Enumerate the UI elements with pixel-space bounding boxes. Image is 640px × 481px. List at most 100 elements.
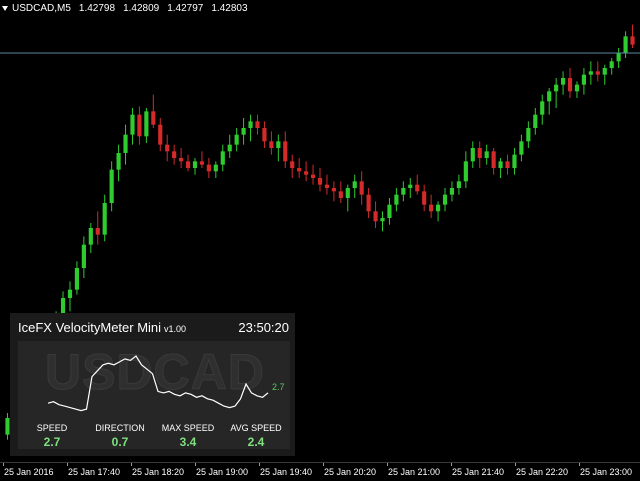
- time-tick: [451, 463, 452, 466]
- candle: [401, 181, 406, 202]
- close-price: 1.42803: [211, 3, 248, 14]
- candle: [283, 131, 288, 168]
- candle: [449, 181, 455, 202]
- candle-body: [269, 141, 274, 148]
- candle-body: [630, 36, 635, 45]
- velocity-meter-name: IceFX VelocityMeter Mini: [18, 320, 162, 335]
- current-speed-tag: 2.7: [272, 382, 285, 392]
- candle: [158, 118, 163, 152]
- candle: [526, 121, 531, 148]
- candle-body: [304, 171, 309, 175]
- candle: [151, 94, 156, 128]
- velocity-meter-title: IceFX VelocityMeter Mini v1.00: [18, 320, 186, 335]
- candle: [616, 48, 621, 68]
- candle: [304, 161, 309, 182]
- candle-body: [595, 71, 600, 75]
- candle: [102, 194, 107, 242]
- time-tick: [323, 463, 324, 466]
- candle-body: [192, 161, 198, 168]
- candle: [422, 184, 427, 212]
- candle: [547, 88, 552, 115]
- candle: [373, 201, 378, 228]
- candle-body: [81, 244, 86, 268]
- candle: [415, 174, 420, 195]
- candle-body: [74, 268, 80, 290]
- speed-label: SPEED: [36, 423, 68, 433]
- candle: [435, 201, 441, 222]
- time-label: 25 Jan 20:20: [324, 467, 377, 477]
- time-tick: [67, 463, 68, 466]
- candle-body: [442, 194, 448, 205]
- time-label: 25 Jan 21:00: [388, 467, 441, 477]
- candle-body: [88, 228, 93, 245]
- candle-body: [415, 184, 420, 192]
- candle: [220, 144, 225, 172]
- chart-window[interactable]: USDCAD,M5 1.42798 1.42809 1.42797 1.4280…: [0, 0, 640, 481]
- candle-body: [581, 74, 586, 85]
- candle-body: [574, 84, 580, 92]
- candle-body: [394, 194, 399, 205]
- candle: [623, 31, 628, 58]
- time-axis: 25 Jan 2016 25 Jan 17:40 25 Jan 18:20 25 Ja…: [0, 462, 640, 481]
- candle-body: [116, 153, 121, 170]
- candle-body: [373, 211, 378, 222]
- candle: [109, 161, 114, 212]
- max-speed-value: 3.4: [179, 435, 197, 449]
- candle: [505, 154, 510, 175]
- candle: [241, 118, 246, 145]
- candle-body: [276, 141, 281, 148]
- speed-trace-line: [47, 355, 269, 412]
- candle: [269, 131, 274, 155]
- candle-body: [401, 188, 406, 195]
- candle-body: [387, 204, 392, 218]
- time-tick: [515, 463, 516, 466]
- candle: [5, 413, 10, 440]
- time-tick: [195, 463, 196, 466]
- candle-body: [137, 114, 142, 137]
- candle: [484, 144, 489, 165]
- candle-body: [5, 418, 10, 435]
- candle: [88, 223, 93, 253]
- direction-label: DIRECTION: [95, 423, 145, 433]
- candle: [477, 141, 482, 168]
- velocity-meter-panel[interactable]: IceFX VelocityMeter Mini v1.00 23:50:20 U…: [10, 313, 295, 456]
- candle: [192, 158, 198, 175]
- candle-body: [429, 204, 434, 212]
- candle-body: [283, 141, 288, 162]
- candle-body: [130, 114, 135, 135]
- candle-body: [609, 61, 614, 68]
- time-tick: [259, 463, 260, 466]
- candle-body: [95, 228, 100, 235]
- candle-body: [123, 134, 128, 153]
- candle-body: [297, 168, 302, 172]
- candle: [185, 154, 191, 172]
- candle: [172, 144, 177, 165]
- dropdown-triangle-icon[interactable]: [2, 6, 8, 11]
- candle-body: [560, 78, 566, 85]
- candle-body: [185, 161, 191, 168]
- candle: [331, 181, 336, 202]
- candle: [255, 114, 260, 135]
- speed-stat: SPEED 2.7: [18, 423, 86, 449]
- candle: [74, 261, 80, 295]
- candle: [227, 134, 232, 158]
- candle-body: [338, 191, 343, 198]
- price-chart[interactable]: USDCAD,M5 1.42798 1.42809 1.42797 1.4280…: [0, 0, 640, 462]
- candle-body: [331, 188, 336, 192]
- candle: [144, 108, 149, 143]
- candle: [554, 78, 559, 108]
- candle-body: [290, 161, 295, 168]
- candle-body: [463, 161, 468, 182]
- candle: [567, 68, 573, 98]
- candle-body: [519, 141, 524, 155]
- candle: [262, 121, 267, 148]
- candle: [630, 24, 635, 48]
- candle: [345, 184, 350, 212]
- candle-body: [602, 68, 607, 75]
- candle-body: [144, 111, 149, 137]
- candle: [338, 181, 343, 203]
- candle-body: [345, 188, 350, 198]
- candle-body: [567, 78, 573, 92]
- candle: [324, 174, 330, 195]
- candle-body: [241, 128, 246, 135]
